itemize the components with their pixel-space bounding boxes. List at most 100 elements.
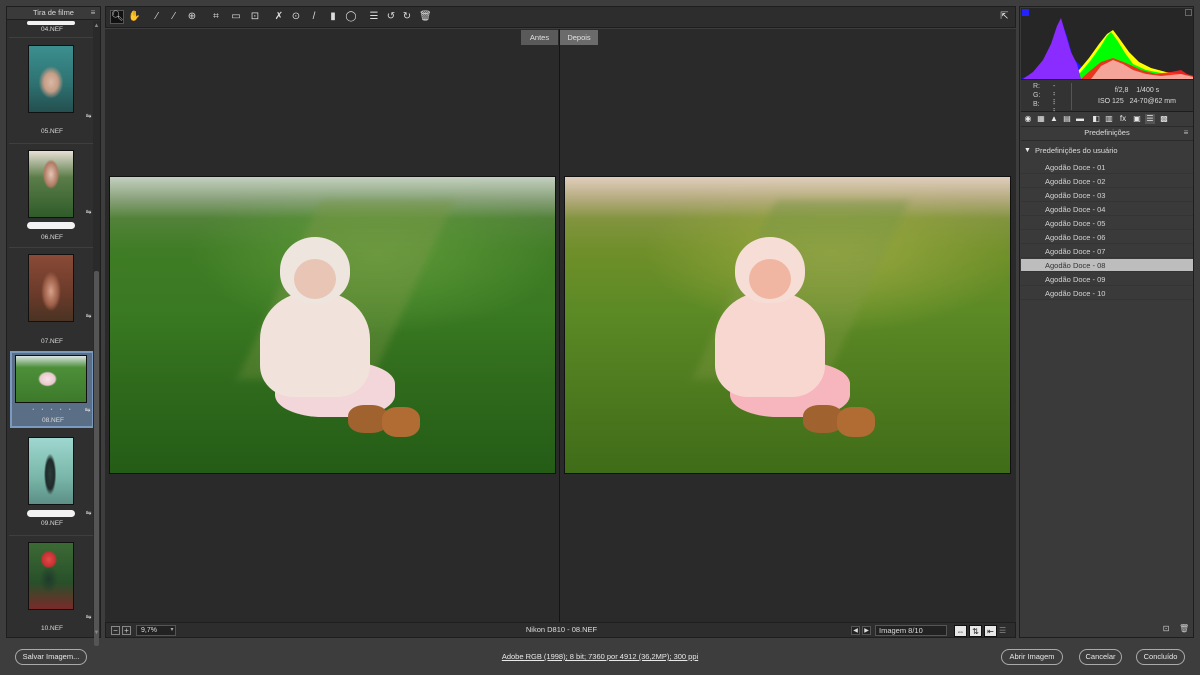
- preset-item[interactable]: Agodão Doce - 09: [1021, 273, 1193, 286]
- g-readout: G: ---: [1033, 92, 1055, 113]
- tab-presets-icon[interactable]: ☰: [1145, 114, 1155, 124]
- preset-item[interactable]: Agodão Doce - 01: [1021, 161, 1193, 174]
- preset-item[interactable]: Agodão Doce - 07: [1021, 245, 1193, 258]
- filmstrip-item[interactable]: ⇋ 06.NEF: [11, 147, 93, 247]
- swap-settings-button[interactable]: ⇅: [969, 625, 982, 637]
- exposure-info: f/2,8 1/400 s: [1081, 87, 1193, 94]
- filmstrip-item-name: 08.NEF: [41, 417, 65, 424]
- filmstrip-separator: [9, 37, 93, 38]
- tab-camera-calibration-icon[interactable]: ▣: [1132, 114, 1142, 124]
- color-sampler-icon[interactable]: ⁄: [168, 11, 180, 23]
- tab-transform-icon[interactable]: ▥: [1104, 114, 1114, 124]
- preset-group[interactable]: ▼ Predefinições do usuário: [1021, 145, 1193, 157]
- filmstrip-item-name: 09.NEF: [40, 520, 64, 527]
- preset-item[interactable]: Agodão Doce - 02: [1021, 175, 1193, 188]
- b-readout: B: ---: [1033, 101, 1055, 122]
- after-label: Depois: [560, 30, 598, 45]
- filmstrip-item[interactable]: ⇋ 10.NEF: [11, 539, 93, 635]
- previous-image-button[interactable]: ◀: [851, 626, 860, 635]
- filmstrip-separator: [9, 535, 93, 536]
- delete-preset-icon[interactable]: 🗑︎: [1179, 624, 1189, 634]
- zoom-icon[interactable]: 🔍︎: [110, 10, 124, 24]
- panel-menu-icon[interactable]: ≡: [1182, 129, 1190, 137]
- preset-item-selected[interactable]: Agodão Doce - 08: [1021, 259, 1193, 272]
- next-image-button[interactable]: ▶: [862, 626, 871, 635]
- filmstrip-scrollbar[interactable]: ▲ ▼: [93, 21, 100, 646]
- sync-icon: ⇋: [84, 407, 91, 414]
- rotate-left-icon[interactable]: ↺: [385, 11, 397, 23]
- open-image-button[interactable]: Abrir Imagem: [1001, 649, 1063, 665]
- before-after-view-button[interactable]: ⇔: [954, 625, 967, 637]
- preset-item[interactable]: Agodão Doce - 04: [1021, 203, 1193, 216]
- red-eye-icon[interactable]: ⊙: [290, 11, 302, 23]
- preview-area[interactable]: Antes Depois: [105, 29, 1016, 622]
- tab-split-toning-icon[interactable]: ▬: [1075, 114, 1085, 124]
- scrollbar-thumb[interactable]: [94, 271, 99, 646]
- panel-tabs: ◉ ▦ ▲ ▤ ▬ ◧ ▥ fx ▣ ☰ ▩: [1021, 113, 1193, 125]
- filmstrip-item[interactable]: ⇋ 09.NEF: [11, 435, 93, 535]
- filmstrip-panel: Tira de filme ≡ 04.NEF ⇋ 05.NEF ⇋ 06.NEF…: [6, 6, 101, 646]
- copy-settings-button[interactable]: ⇤: [984, 625, 997, 637]
- rotate-right-icon[interactable]: ↻: [401, 11, 413, 23]
- crop-icon[interactable]: ⌗: [210, 11, 222, 23]
- after-photo[interactable]: [564, 176, 1011, 474]
- white-balance-icon[interactable]: ⁄: [151, 11, 163, 23]
- r-readout: R: ---: [1033, 83, 1055, 104]
- fullscreen-icon[interactable]: ⇱: [998, 11, 1011, 23]
- preset-item[interactable]: Agodão Doce - 05: [1021, 217, 1193, 230]
- photo-subject-face: [749, 259, 791, 299]
- shadow-clipping-toggle[interactable]: [1022, 9, 1029, 16]
- tab-lens-corrections-icon[interactable]: ◧: [1091, 114, 1101, 124]
- scroll-down-icon[interactable]: ▼: [93, 630, 100, 636]
- highlight-clipping-toggle[interactable]: [1185, 9, 1192, 16]
- filmstrip-menu-icon[interactable]: ≡: [89, 9, 97, 17]
- filmstrip-item[interactable]: ⇋ 05.NEF: [11, 41, 93, 141]
- thumbnail: [28, 45, 74, 113]
- thumbnail: [28, 542, 74, 610]
- straighten-icon[interactable]: ▭: [230, 11, 242, 23]
- done-button[interactable]: Concluído: [1136, 649, 1185, 665]
- r-label: R:: [1033, 83, 1040, 90]
- hand-icon[interactable]: ✋: [128, 11, 140, 23]
- filmstrip-item-selected[interactable]: • • • • • ⇋ 08.NEF: [10, 351, 94, 428]
- triangle-down-icon[interactable]: ▼: [1024, 145, 1032, 157]
- lens-info: ISO 125 24-70@62 mm: [1081, 98, 1193, 105]
- preset-item[interactable]: Agodão Doce - 10: [1021, 287, 1193, 300]
- targeted-adjustment-icon[interactable]: ⊕: [186, 11, 198, 23]
- histogram-graph: [1021, 18, 1193, 79]
- tab-basic-icon[interactable]: ◉: [1023, 114, 1033, 124]
- transform-icon[interactable]: ⊡: [249, 11, 261, 23]
- scroll-up-icon[interactable]: ▲: [93, 23, 100, 29]
- adjustment-brush-icon[interactable]: /: [308, 11, 320, 23]
- radial-filter-icon[interactable]: ◯: [345, 11, 357, 23]
- filmstrip-item[interactable]: ⇋ 07.NEF: [11, 251, 93, 351]
- preset-item[interactable]: Agodão Doce - 03: [1021, 189, 1193, 202]
- filmstrip-item-name: 10.NEF: [40, 625, 64, 632]
- filmstrip-separator: [9, 247, 93, 248]
- photo-subject-boot: [382, 407, 420, 437]
- preferences-icon[interactable]: ☰: [368, 11, 380, 23]
- rating-bar: [27, 510, 75, 517]
- tab-hsl-icon[interactable]: ▤: [1062, 114, 1072, 124]
- filmstrip-item[interactable]: 04.NEF: [11, 21, 93, 33]
- spot-removal-icon[interactable]: ✗: [273, 11, 285, 23]
- before-photo[interactable]: [109, 176, 556, 474]
- before-label: Antes: [521, 30, 558, 45]
- new-preset-icon[interactable]: ⊡: [1161, 624, 1171, 634]
- trash-icon[interactable]: 🗑︎: [419, 11, 432, 23]
- thumbnail: [15, 355, 87, 403]
- graduated-filter-icon[interactable]: ▮: [327, 11, 339, 23]
- preset-list: ▼ Predefinições do usuário Agodão Doce -…: [1021, 140, 1193, 622]
- preset-item[interactable]: Agodão Doce - 06: [1021, 231, 1193, 244]
- rating-dots[interactable]: • • • • •: [12, 407, 94, 413]
- photo-subject-boot: [837, 407, 875, 437]
- filmstrip-item-name: 07.NEF: [40, 338, 64, 345]
- tab-detail-icon[interactable]: ▲: [1049, 114, 1059, 124]
- tab-tone-curve-icon[interactable]: ▦: [1036, 114, 1046, 124]
- view-settings-icon[interactable]: ☰: [999, 626, 1011, 635]
- g-label: G:: [1033, 92, 1041, 99]
- tab-effects-icon[interactable]: fx: [1118, 114, 1128, 124]
- tab-snapshots-icon[interactable]: ▩: [1159, 114, 1169, 124]
- cancel-button[interactable]: Cancelar: [1079, 649, 1122, 665]
- panel-footer: ⊡ 🗑︎: [1021, 622, 1193, 636]
